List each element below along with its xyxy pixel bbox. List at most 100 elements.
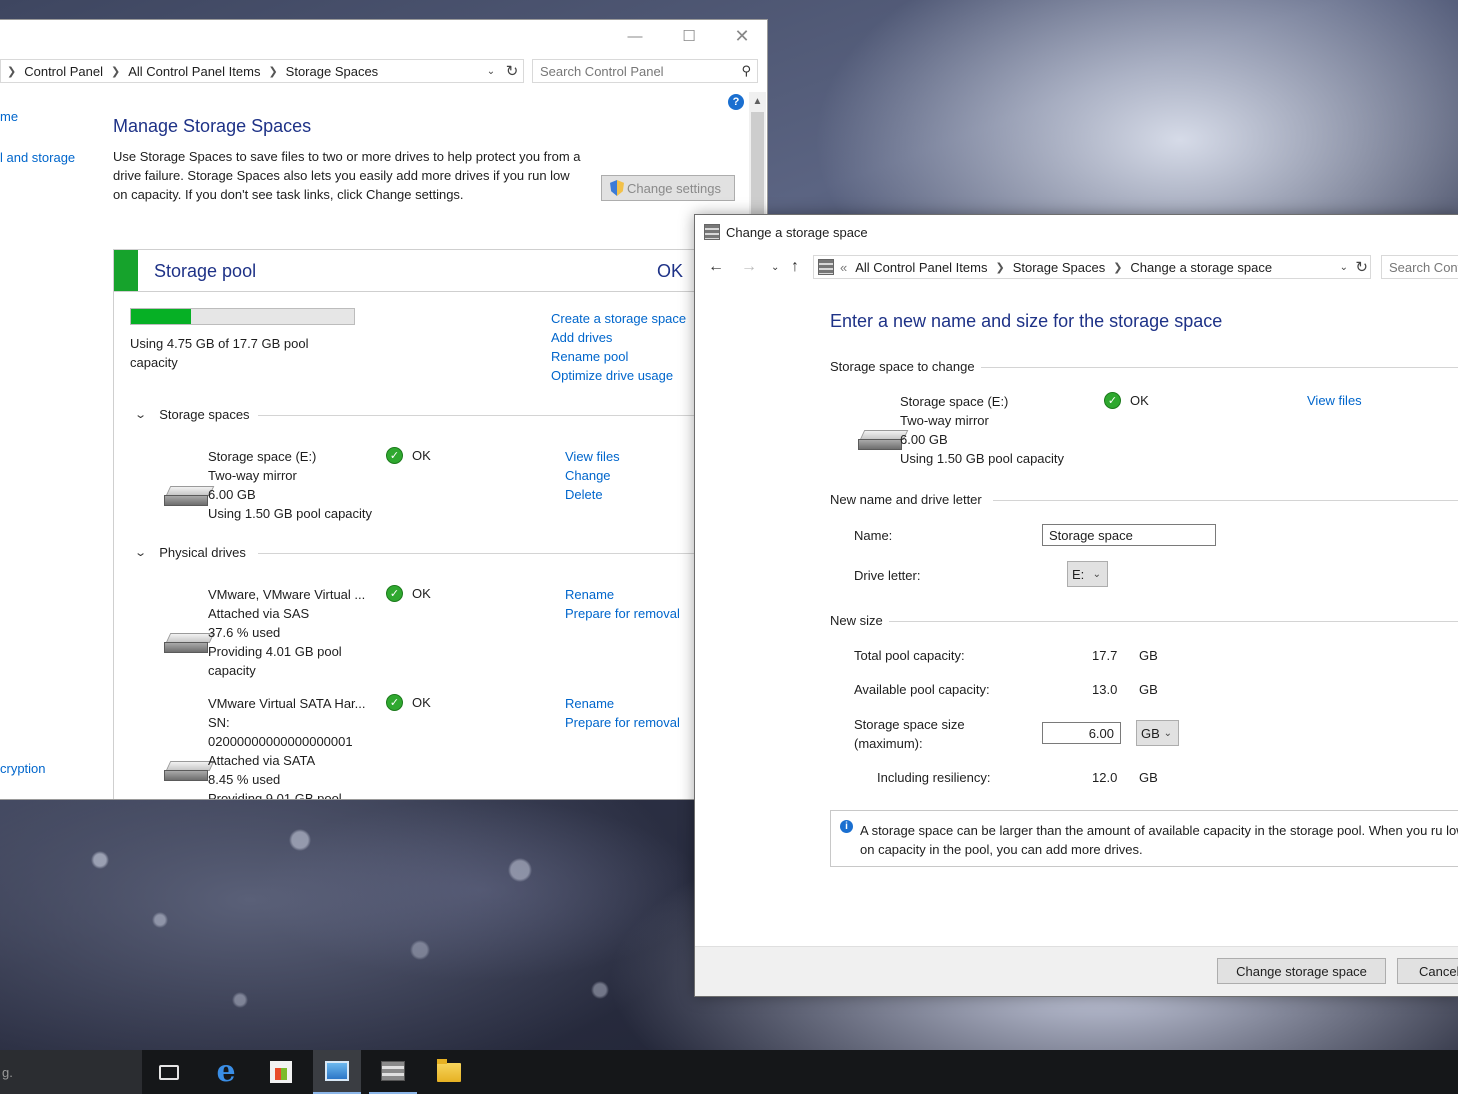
- pool-status: OK: [657, 261, 684, 281]
- space-status-text: OK: [1130, 393, 1149, 408]
- store-button[interactable]: [257, 1050, 305, 1094]
- change-storage-space-button[interactable]: Change storage space: [1217, 958, 1386, 984]
- group-divider: [889, 621, 1458, 622]
- delete-link[interactable]: Delete: [565, 485, 620, 504]
- storage-spaces-button[interactable]: [369, 1050, 417, 1094]
- pool-title: Storage pool: [154, 261, 257, 281]
- create-storage-space-link[interactable]: Create a storage space: [551, 309, 686, 328]
- optimize-drive-usage-link[interactable]: Optimize drive usage: [551, 366, 686, 385]
- forward-arrow-icon[interactable]: →: [741, 255, 757, 279]
- rename-drive-link[interactable]: Rename: [565, 585, 680, 604]
- drive-letter-select[interactable]: E: ⌄: [1067, 561, 1108, 587]
- up-arrow-icon[interactable]: ↑: [791, 255, 799, 279]
- file-explorer-button[interactable]: [425, 1050, 473, 1094]
- resiliency-unit: GB: [1139, 770, 1158, 785]
- breadcrumb-all-items[interactable]: All Control Panel Items: [855, 260, 987, 275]
- chevron-right-icon: ❯: [111, 65, 121, 78]
- drive-line: Providing 4.01 GB pool: [208, 644, 342, 659]
- total-capacity-value: 17.7: [1092, 648, 1118, 663]
- nav-link-home[interactable]: me: [0, 109, 18, 124]
- info-icon: i: [840, 820, 853, 833]
- minimize-button[interactable]: —: [612, 20, 658, 52]
- breadcrumb-storage-spaces[interactable]: Storage Spaces: [286, 64, 379, 79]
- space-type: Two-way mirror: [208, 468, 297, 483]
- drive-line: Providing 9.01 GB pool: [208, 791, 342, 800]
- drive-line: VMware, VMware Virtual ...: [208, 587, 366, 602]
- refresh-icon[interactable]: ↻: [1355, 256, 1368, 278]
- total-capacity-label: Total pool capacity:: [854, 648, 965, 663]
- section-title: Physical drives: [159, 545, 246, 560]
- control-panel-button[interactable]: [313, 1050, 361, 1094]
- back-arrow-icon[interactable]: ←: [708, 255, 724, 279]
- chevron-right-icon: ❯: [268, 65, 278, 78]
- storage-space-details: Storage space (E:) Two-way mirror 6.00 G…: [208, 447, 372, 523]
- pool-usage-fill: [131, 309, 192, 324]
- check-icon: ✓: [386, 694, 403, 711]
- size-unit-value: GB: [1141, 725, 1160, 741]
- nav-link-encryption[interactable]: cryption: [0, 761, 46, 776]
- close-button[interactable]: ✕: [719, 20, 765, 52]
- help-icon[interactable]: ?: [728, 94, 744, 110]
- rename-pool-link[interactable]: Rename pool: [551, 347, 686, 366]
- view-files-link[interactable]: View files: [565, 447, 620, 466]
- task-view-button[interactable]: [145, 1050, 193, 1094]
- chevron-right-icon: ❯: [995, 261, 1005, 274]
- breadcrumb-control-panel[interactable]: Control Panel: [24, 64, 103, 79]
- size-input[interactable]: 6.00: [1042, 722, 1121, 744]
- refresh-icon[interactable]: ↻: [502, 60, 522, 82]
- drive-2-status: ✓ OK: [386, 694, 431, 711]
- dialog-footer: Change storage space Cancel: [695, 946, 1458, 996]
- address-bar[interactable]: « All Control Panel Items ❯ Storage Spac…: [813, 255, 1371, 279]
- change-link[interactable]: Change: [565, 466, 620, 485]
- physical-drive-1-details: VMware, VMware Virtual ... Attached via …: [208, 585, 365, 680]
- drive-icon: [164, 633, 215, 653]
- search-input[interactable]: Search Cont: [1381, 255, 1458, 279]
- scroll-up-icon[interactable]: ▲: [749, 92, 766, 110]
- info-message: i A storage space can be larger than the…: [830, 810, 1458, 867]
- check-icon: ✓: [386, 585, 403, 602]
- space-name: Storage space (E:): [208, 449, 317, 464]
- rename-drive-link[interactable]: Rename: [565, 694, 680, 713]
- pool-header[interactable]: Storage pool OK: [114, 250, 712, 292]
- storage-spaces-icon: [381, 1061, 405, 1081]
- maximize-button[interactable]: ☐: [666, 20, 712, 52]
- cancel-button[interactable]: Cancel: [1397, 958, 1458, 984]
- change-storage-space-window: Change a storage space ← → ⌄ ↑ « All Con…: [694, 214, 1458, 997]
- prepare-for-removal-link[interactable]: Prepare for removal: [565, 713, 680, 732]
- drive-line: VMware Virtual SATA Har...: [208, 696, 366, 711]
- space-status: ✓ OK: [386, 447, 431, 464]
- address-bar[interactable]: ❯ Control Panel ❯ All Control Panel Item…: [0, 59, 524, 83]
- name-input[interactable]: Storage space: [1042, 524, 1216, 546]
- drive-line: Attached via SAS: [208, 606, 310, 621]
- chevron-down-icon[interactable]: ⌄: [481, 60, 501, 82]
- drive-status-text: OK: [412, 695, 431, 710]
- add-drives-link[interactable]: Add drives: [551, 328, 686, 347]
- storage-spaces-window: — ☐ ✕ ❯ Control Panel ❯ All Control Pane…: [0, 19, 768, 800]
- size-unit-select[interactable]: GB ⌄: [1136, 720, 1179, 746]
- edge-button[interactable]: e: [202, 1050, 250, 1094]
- pool-task-links: Create a storage space Add drives Rename…: [551, 309, 686, 385]
- taskbar-search-box[interactable]: g.: [0, 1050, 142, 1094]
- physical-drive-2-details: VMware Virtual SATA Har... SN: 020000000…: [208, 694, 366, 800]
- breadcrumb-change-space[interactable]: Change a storage space: [1130, 260, 1272, 275]
- change-settings-button[interactable]: Change settings: [601, 175, 735, 201]
- breadcrumb-all-items[interactable]: All Control Panel Items: [128, 64, 260, 79]
- physical-drives-section-toggle[interactable]: ⌄ Physical drives: [134, 545, 246, 560]
- search-input[interactable]: Search Control Panel ⚲: [532, 59, 758, 83]
- taskbar-search-text: g.: [2, 1064, 13, 1080]
- prepare-for-removal-link[interactable]: Prepare for removal: [565, 604, 680, 623]
- recent-locations-icon[interactable]: ⌄: [771, 255, 779, 279]
- overflow-chevron-icon[interactable]: «: [840, 260, 847, 275]
- chevron-down-icon[interactable]: ⌄: [1340, 256, 1348, 278]
- nav-link-storage[interactable]: l and storage: [0, 150, 75, 165]
- view-files-link[interactable]: View files: [1307, 393, 1362, 408]
- drive-status-text: OK: [412, 586, 431, 601]
- drive-line: 8.45 % used: [208, 772, 281, 787]
- breadcrumb-storage-spaces[interactable]: Storage Spaces: [1013, 260, 1106, 275]
- space-size: 6.00 GB: [208, 487, 256, 502]
- storage-spaces-section-toggle[interactable]: ⌄ Storage spaces: [134, 407, 249, 422]
- info-text: A storage space can be larger than the a…: [860, 823, 1458, 857]
- window-title: Change a storage space: [704, 224, 868, 240]
- desktop-wallpaper: [0, 800, 700, 1050]
- page-title: Manage Storage Spaces: [113, 116, 312, 136]
